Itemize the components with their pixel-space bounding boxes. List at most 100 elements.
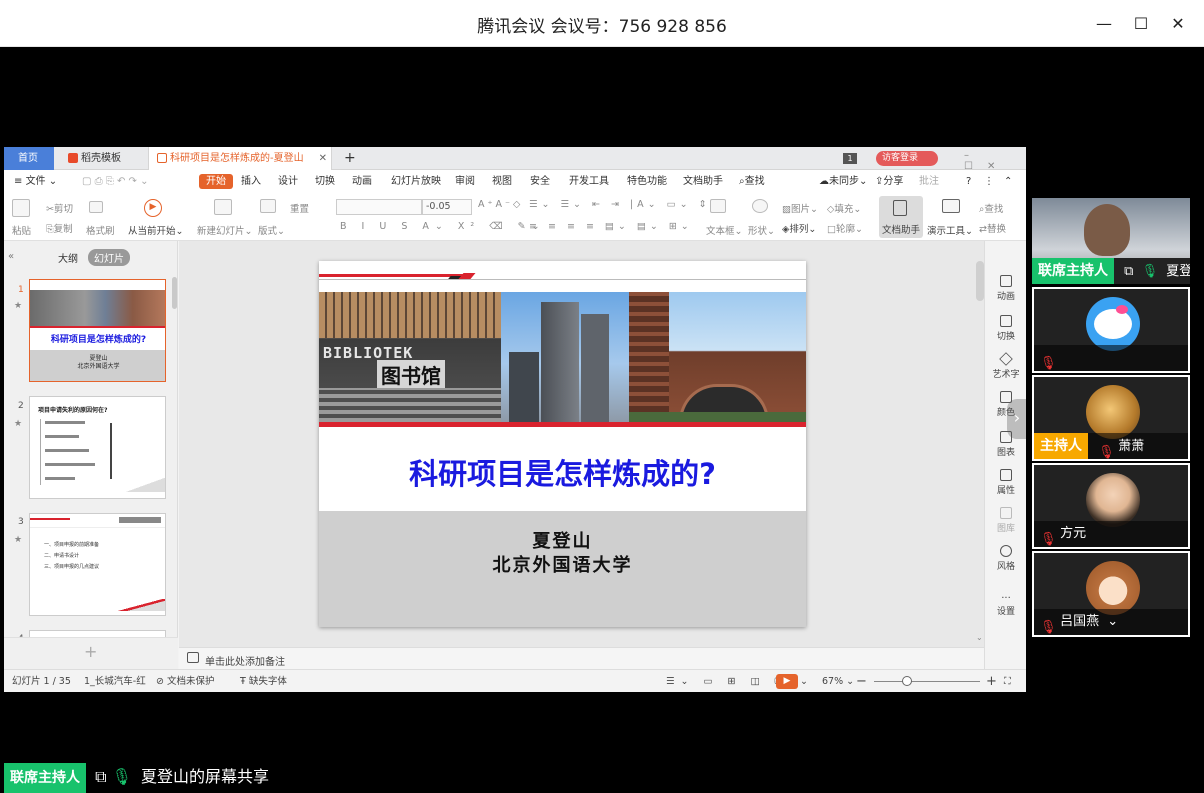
menu-review[interactable]: 审阅	[455, 170, 475, 193]
zoom-level[interactable]: 67% ⌄	[822, 670, 854, 692]
thumbnail-slide-3[interactable]: 一、项目申报的前期准备 二、申请书设计 三、项目申报的几点建议	[29, 513, 166, 616]
reset-button[interactable]: 重置	[290, 201, 309, 215]
paste-button[interactable]	[12, 199, 32, 217]
menu-start[interactable]: 开始	[199, 174, 233, 189]
zoom-out-button[interactable]: −	[856, 670, 867, 692]
font-name-select[interactable]	[336, 199, 422, 215]
menu-doc-assistant[interactable]: 文档助手	[683, 170, 723, 193]
sync-status[interactable]: ☁未同步⌄	[819, 170, 867, 193]
layout-button[interactable]: 版式⌄	[258, 223, 285, 237]
fill-button[interactable]: ◇填充⌄	[827, 201, 861, 215]
notes-area[interactable]: 单击此处添加备注	[179, 647, 984, 669]
menu-features[interactable]: 特色功能	[627, 170, 667, 193]
transition-pane-button[interactable]: 切换	[985, 315, 1026, 342]
canvas-scrollbar[interactable]	[976, 261, 984, 301]
replace-button[interactable]: ⇄替换	[979, 221, 1006, 235]
menu-view[interactable]: 视图	[492, 170, 512, 193]
outline-button[interactable]: □轮廓⌄	[827, 221, 863, 235]
new-slide-button[interactable]: 新建幻灯片⌄	[197, 223, 252, 237]
wordart-pane-button[interactable]: 艺术字	[985, 352, 1026, 380]
menu-insert[interactable]: 插入	[241, 170, 261, 193]
menu-design[interactable]: 设计	[278, 170, 298, 193]
properties-pane-button[interactable]: 属性	[985, 469, 1026, 496]
gallery-pane-button[interactable]: 图库	[985, 507, 1026, 534]
tab-docer[interactable]: 稻壳模板	[60, 147, 146, 170]
participant-tile-5[interactable]: 🎙 吕国燕 ⌄	[1032, 551, 1190, 637]
find-button[interactable]: ⌕查找	[979, 201, 1003, 215]
canvas-scroll-down-icon[interactable]: ⌄	[976, 633, 983, 642]
shield-icon: ⊘	[156, 676, 167, 687]
more-icon[interactable]: ⋮	[984, 170, 994, 193]
collapse-panel-icon[interactable]: «	[8, 251, 14, 262]
minimize-button[interactable]: —	[1093, 12, 1115, 34]
outline-tab[interactable]: 大纲	[58, 250, 78, 265]
close-button[interactable]: ✕	[1167, 12, 1189, 34]
slides-tab[interactable]: 幻灯片	[88, 249, 130, 266]
quick-access-toolbar[interactable]: ▢ ⎙ ⎘ ↶ ↷ ⌄	[82, 170, 148, 193]
fit-window-icon[interactable]: ⛶	[1004, 670, 1011, 692]
demo-tools-button[interactable]: 演示工具⌄	[927, 223, 973, 237]
font-grow-shrink-icons[interactable]: A⁺A⁻◇	[478, 199, 523, 210]
chevron-down-icon[interactable]: ⌄	[1107, 614, 1118, 629]
thumbnail-slide-1[interactable]: 科研项目是怎样炼成的? 夏登山 北京外国语大学	[29, 279, 166, 382]
menu-search[interactable]: ⌕查找	[739, 170, 765, 193]
file-menu[interactable]: ≡ 文件 ⌄	[14, 170, 57, 193]
shared-screen[interactable]: 首页 稻壳模板 科研项目是怎样炼成的-夏登山 ✕ + 1 访客登录 –☐✕ ≡ …	[4, 147, 1026, 692]
new-tab-button[interactable]: +	[340, 147, 360, 170]
paragraph-icons[interactable]: ☰⌄ ☰⌄ ⇤ ⇥ |A⌄ ▭⌄ ⇕⌄	[529, 199, 723, 210]
settings-pane-button[interactable]: ··· 设置	[985, 593, 1026, 617]
style-pane-button[interactable]: 风格	[985, 545, 1026, 572]
menu-slideshow[interactable]: 幻灯片放映	[391, 170, 441, 193]
participant-tile-host[interactable]: 主持人 🎙 萧萧	[1032, 375, 1190, 461]
shape-button[interactable]: 形状⌄	[748, 223, 775, 237]
share-button[interactable]: ⇪分享	[875, 170, 903, 193]
maximize-button[interactable]: ☐	[1130, 12, 1152, 34]
font-style-icons[interactable]: B I U S A⌄ X² ⌫ ✎⌄	[340, 221, 546, 232]
help-button[interactable]: ?	[966, 170, 971, 193]
zoom-slider-handle[interactable]	[902, 676, 912, 686]
menu-animation[interactable]: 动画	[352, 170, 372, 193]
play-from-current-button[interactable]: 从当前开始⌄	[128, 223, 183, 237]
menu-developer[interactable]: 开发工具	[569, 170, 609, 193]
tab-close-icon[interactable]: ✕	[319, 147, 327, 170]
font-size-input[interactable]: -0.05	[422, 199, 472, 215]
format-painter-button[interactable]: 格式刷	[86, 223, 115, 237]
play-slideshow-button[interactable]: ▶	[776, 674, 798, 689]
participant-tile-cohost[interactable]: 联席主持人 ⧉ 🎙 夏登山	[1032, 198, 1190, 284]
view-mode-icons[interactable]: ☰⌄ ▭ ⊞ ◫ ⎚	[666, 670, 788, 692]
textbox-button[interactable]: 文本框⌄	[706, 223, 742, 237]
cut-button[interactable]: ✂剪切	[46, 201, 73, 215]
ribbon-toolbar: 粘贴 ✂剪切 ⎘复制 格式刷 ▶ 从当前开始⌄ 新建幻灯片⌄ 版式⌄ 重置 -0…	[4, 193, 1026, 241]
participant-tile-2[interactable]: 🎙	[1032, 287, 1190, 373]
wps-window-controls[interactable]: –☐✕	[964, 150, 1026, 172]
add-slide-button[interactable]: +	[84, 642, 97, 661]
menu-security[interactable]: 安全	[530, 170, 550, 193]
tab-document[interactable]: 科研项目是怎样炼成的-夏登山 ✕	[148, 147, 332, 170]
current-slide[interactable]: BIBLIOTEK 图书馆 科研项目是怎样炼成的? 夏登山 北京外国语大学	[319, 261, 806, 627]
theme-name[interactable]: 1_长城汽车-红	[84, 670, 146, 692]
guest-login-button[interactable]: 访客登录	[876, 151, 938, 166]
copy-button[interactable]: ⎘复制	[46, 221, 73, 235]
zoom-in-button[interactable]: +	[986, 670, 997, 692]
play-dropdown-icon[interactable]: ⌄	[800, 670, 808, 692]
doc-assistant-button[interactable]: 文档助手	[879, 196, 923, 238]
next-slide-arrow[interactable]: ›	[1007, 399, 1026, 439]
missing-font-status[interactable]: Ŧ 缺失字体	[240, 670, 287, 692]
protect-status[interactable]: ⊘ 文档未保护	[156, 670, 215, 692]
slide-canvas[interactable]: BIBLIOTEK 图书馆 科研项目是怎样炼成的? 夏登山 北京外国语大学 ⌄	[179, 241, 984, 647]
picture-button[interactable]: ▨图片⌄	[782, 201, 818, 215]
align-icons[interactable]: ≡ ≡ ≡ ≡ ▤⌄ ▤⌄ ⊞⌄	[529, 221, 693, 232]
play-icon: ▶	[144, 199, 162, 217]
tab-home[interactable]: 首页	[4, 147, 54, 170]
window-count-badge[interactable]: 1	[843, 153, 857, 164]
zoom-slider-track[interactable]	[874, 681, 980, 682]
participant-tile-4[interactable]: 🎙 方元	[1032, 463, 1190, 549]
thumbnail-slide-2[interactable]: 项目申请失利的原因何在?	[29, 396, 166, 499]
arrange-button[interactable]: ◈排列⌄	[782, 221, 816, 235]
participant-label: 🎙	[1034, 345, 1188, 371]
menu-transition[interactable]: 切换	[315, 170, 335, 193]
animation-pane-button[interactable]: 动画	[985, 275, 1026, 302]
collapse-ribbon-icon[interactable]: ⌃	[1004, 170, 1012, 193]
comment-button[interactable]: 批注	[919, 170, 939, 193]
thumb-scrollbar[interactable]	[172, 277, 177, 309]
